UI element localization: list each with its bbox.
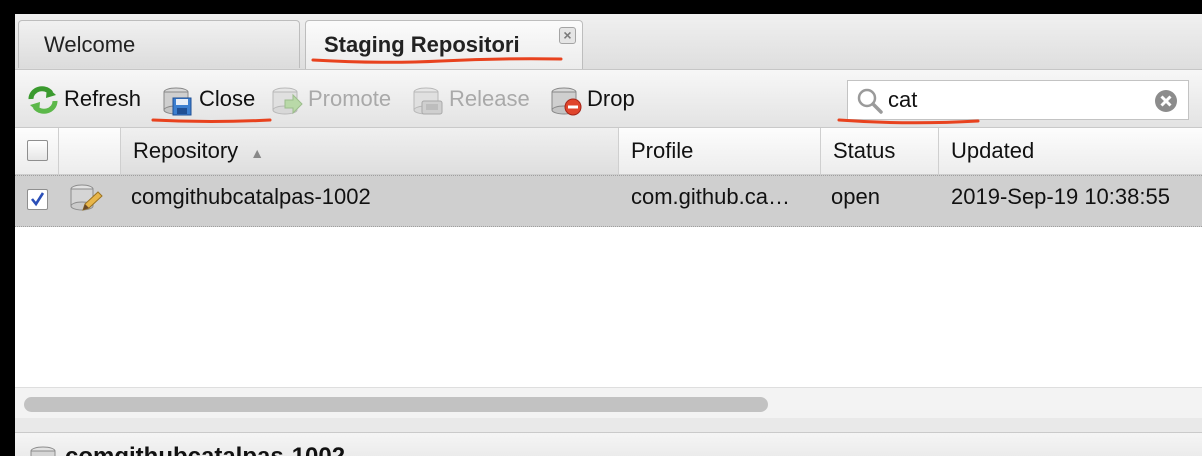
drop-label: Drop [587, 86, 635, 111]
repository-cell: comgithubcatalpas-1002 [131, 184, 371, 209]
repository-edit-icon [70, 184, 103, 211]
refresh-icon [28, 86, 58, 114]
repository-icon [30, 446, 56, 456]
drop-icon [551, 87, 582, 116]
close-repo-icon [163, 87, 192, 116]
toolbar: Refresh Close Promote Release Drop cat [15, 70, 1202, 128]
column-header-status[interactable]: Status [821, 128, 939, 174]
grid-body: comgithubcatalpas-1002 com.github.ca… op… [15, 175, 1202, 387]
updated-header-label: Updated [951, 138, 1035, 163]
updated-cell: 2019-Sep-19 10:38:55 [951, 184, 1170, 209]
status-cell: open [831, 184, 880, 209]
detail-panel-header: comgithubcatalpas-1002 [15, 432, 1202, 456]
column-header-repository[interactable]: Repository ▲ [121, 128, 619, 174]
close-icon[interactable]: × [559, 27, 576, 44]
refresh-label: Refresh [64, 86, 142, 111]
column-header-updated[interactable]: Updated [939, 128, 1202, 174]
row-checkbox[interactable] [27, 189, 48, 210]
tab-bar: Welcome Staging Repositori × [15, 14, 1202, 70]
tab-welcome-label: Welcome [44, 32, 136, 57]
search-box [847, 80, 1189, 120]
annotation-underline-search [837, 118, 980, 125]
detail-title: comgithubcatalpas-1002 [65, 443, 345, 456]
row-select-cell [15, 176, 59, 226]
icon-column-header [59, 128, 121, 174]
scrollbar-thumb[interactable] [24, 397, 768, 412]
staging-repositories-panel: Welcome Staging Repositori × Refresh Clo… [15, 14, 1202, 456]
close-label: Close [199, 86, 256, 111]
search-input[interactable] [888, 85, 1138, 115]
checkmark-icon [30, 192, 45, 207]
tab-welcome[interactable]: Welcome [18, 20, 300, 68]
annotation-underline-tab [311, 57, 563, 64]
profile-header-label: Profile [631, 138, 694, 163]
grid-header: Repository ▲ Profile Status Updated [15, 128, 1202, 175]
row-icon-cell [67, 176, 107, 226]
profile-cell: com.github.ca… [631, 184, 790, 209]
release-label: Release [449, 86, 530, 111]
repository-header-label: Repository [133, 138, 239, 163]
select-all-cell [15, 128, 59, 174]
table-row[interactable]: comgithubcatalpas-1002 com.github.ca… op… [15, 175, 1202, 227]
status-header-label: Status [833, 138, 896, 163]
promote-icon [272, 87, 303, 115]
horizontal-scrollbar[interactable] [15, 387, 1202, 418]
sort-ascending-icon: ▲ [250, 145, 265, 161]
clear-icon[interactable] [1154, 89, 1178, 113]
search-icon [857, 88, 883, 114]
column-header-profile[interactable]: Profile [619, 128, 821, 174]
annotation-underline-close [151, 118, 272, 123]
select-all-checkbox[interactable] [27, 140, 48, 161]
promote-label: Promote [308, 86, 392, 111]
release-icon [413, 87, 443, 115]
